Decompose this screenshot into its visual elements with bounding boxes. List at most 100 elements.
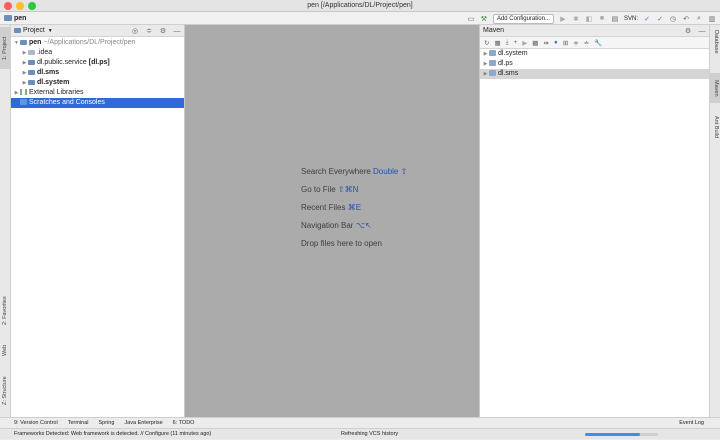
tab-database[interactable]: Database xyxy=(710,27,720,57)
collapsed-arrow-icon[interactable]: ▶ xyxy=(482,49,489,59)
status-bar: Frameworks Detected: Web framework is de… xyxy=(0,428,720,439)
scratches-icon xyxy=(20,99,27,106)
window-title: pen [/Applications/DL/Project/pen] xyxy=(307,2,413,9)
search-icon[interactable]: ⌕ xyxy=(695,15,703,23)
collapsed-arrow-icon[interactable]: ▶ xyxy=(13,88,20,98)
show-dependencies-icon[interactable]: ⊞ xyxy=(563,39,568,47)
hint-text: Drop files here to open xyxy=(301,239,382,248)
revert-icon[interactable]: ↶ xyxy=(682,15,690,23)
tree-label: External Libraries xyxy=(29,89,84,96)
zoom-window-button[interactable] xyxy=(28,2,36,10)
minimize-window-button[interactable] xyxy=(16,2,24,10)
tree-label: dl.public.service xyxy=(37,59,89,66)
tool-spring[interactable]: Spring xyxy=(99,420,115,426)
tree-row-scratches[interactable]: Scratches and Consoles xyxy=(11,98,184,108)
project-header-actions: ◎ ≑ ⚙ — xyxy=(131,25,181,37)
module-folder-icon xyxy=(28,79,35,85)
expand-all-icon[interactable]: ≐ xyxy=(584,39,589,47)
left-tool-strip: 1: Project 2: Favorites Web Z: Structure xyxy=(0,25,11,417)
maven-row-dl-sms[interactable]: ▶ dl.sms xyxy=(480,69,709,79)
run-icon[interactable]: ▶ xyxy=(522,39,527,47)
tree-row-dl-system[interactable]: ▶ dl.system xyxy=(11,78,184,88)
tab-ant-build[interactable]: Ant Build xyxy=(710,109,720,145)
locate-icon[interactable]: ◎ xyxy=(131,27,139,35)
gear-icon[interactable]: ⚙ xyxy=(159,27,167,35)
maven-toolbar: ↻ ▦ ⤓ + ▶ ▩ ⇹ ● ⊞ ≑ ≐ 🔧 xyxy=(480,37,709,49)
project-view-selector[interactable]: Project xyxy=(23,27,45,34)
tab-favorites[interactable]: 2: Favorites xyxy=(0,290,11,332)
maven-row-dl-system[interactable]: ▶ dl.system xyxy=(480,49,709,59)
commit-check-icon[interactable]: ✓ xyxy=(656,15,664,23)
coverage-icon[interactable]: ◧ xyxy=(585,15,593,23)
stop-icon[interactable]: ■ xyxy=(598,15,606,22)
gear-icon[interactable]: ⚙ xyxy=(684,27,692,35)
skip-tests-icon[interactable]: ● xyxy=(554,39,558,46)
progress-fill xyxy=(585,433,640,436)
tab-web[interactable]: Web xyxy=(0,340,11,360)
hint-key: ⌘E xyxy=(347,203,362,212)
maven-tree: ▶ dl.system ▶ dl.ps ▶ dl.sms xyxy=(480,49,709,79)
generate-sources-icon[interactable]: ▦ xyxy=(494,39,500,47)
add-configuration-button[interactable]: Add Configuration... xyxy=(492,13,554,24)
vcs-window-icon[interactable]: ▤ xyxy=(611,15,619,23)
collapse-all-icon[interactable]: ≑ xyxy=(573,39,578,47)
run-icon[interactable]: ▶ xyxy=(559,15,567,23)
maven-label: dl.system xyxy=(498,50,528,57)
toggle-offline-icon[interactable]: ⇹ xyxy=(543,39,548,47)
collapsed-arrow-icon[interactable]: ▶ xyxy=(21,48,28,58)
history-clock-icon[interactable]: ◷ xyxy=(669,15,677,23)
collapsed-arrow-icon[interactable]: ▶ xyxy=(21,78,28,88)
status-message[interactable]: Frameworks Detected: Web framework is de… xyxy=(14,431,211,437)
collapse-all-icon[interactable]: ≑ xyxy=(145,27,153,35)
tool-version-control[interactable]: 9: Version Control xyxy=(14,420,58,426)
hint-text: Search Everywhere xyxy=(301,167,374,176)
collapsed-arrow-icon[interactable]: ▶ xyxy=(21,58,28,68)
add-icon[interactable]: + xyxy=(513,39,517,46)
update-check-icon[interactable]: ✓ xyxy=(643,15,651,23)
close-window-button[interactable] xyxy=(4,2,12,10)
tab-project[interactable]: 1: Project xyxy=(0,27,11,69)
hint-text: Go to File xyxy=(301,185,338,194)
collapsed-arrow-icon[interactable]: ▶ xyxy=(482,59,489,69)
collapsed-arrow-icon[interactable]: ▶ xyxy=(21,68,28,78)
tree-row-pen[interactable]: ▼ pen ~/Applications/DL/Project/pen xyxy=(11,38,184,48)
build-hammer-icon[interactable]: ⚒ xyxy=(480,15,488,23)
collapsed-arrow-icon[interactable]: ▶ xyxy=(482,69,489,79)
chevron-down-icon[interactable]: ▼ xyxy=(48,28,53,34)
settings-icon[interactable]: ▥ xyxy=(708,15,716,23)
tree-label: .idea xyxy=(37,49,53,56)
execute-goal-icon[interactable]: ▩ xyxy=(532,39,538,47)
tree-row-external-libraries[interactable]: ▶ External Libraries xyxy=(11,88,184,98)
hint-key: Double ⇧ xyxy=(373,167,408,176)
maven-module-icon xyxy=(489,70,496,77)
maven-row-dl-ps[interactable]: ▶ dl.ps xyxy=(480,59,709,69)
tool-terminal[interactable]: Terminal xyxy=(68,420,89,426)
maven-module-icon xyxy=(489,60,496,67)
editor-area[interactable]: Search Everywhere Double ⇧ Go to File ⇧⌘… xyxy=(185,25,479,417)
tree-row-dl-sms[interactable]: ▶ dl.sms xyxy=(11,68,184,78)
tool-todo[interactable]: 6: TODO xyxy=(173,420,195,426)
wrench-icon[interactable]: 🔧 xyxy=(594,39,602,47)
download-icon[interactable]: ⤓ xyxy=(506,39,509,47)
maven-panel-header: Maven ⚙ — xyxy=(480,25,709,37)
tool-java-enterprise[interactable]: Java Enterprise xyxy=(124,420,162,426)
tab-structure[interactable]: Z: Structure xyxy=(0,370,11,412)
maven-header-actions: ⚙ — xyxy=(684,25,706,37)
tree-path: ~/Applications/DL/Project/pen xyxy=(41,39,136,46)
nav-project-name[interactable]: pen xyxy=(14,15,26,22)
hint-text: Recent Files xyxy=(301,203,348,212)
reload-icon[interactable]: ↻ xyxy=(484,39,489,47)
hide-icon[interactable]: — xyxy=(173,28,181,35)
hide-icon[interactable]: — xyxy=(698,28,706,35)
hint-key: ⇧⌘N xyxy=(337,185,359,194)
layout-icon[interactable]: ▭ xyxy=(467,15,475,23)
debug-icon[interactable]: ✱ xyxy=(572,15,580,23)
tree-row-dl-public-service[interactable]: ▶ dl.public.service [dl.ps] xyxy=(11,58,184,68)
editor-empty-hints: Search Everywhere Double ⇧ Go to File ⇧⌘… xyxy=(301,163,407,253)
maven-panel: Maven ⚙ — ↻ ▦ ⤓ + ▶ ▩ ⇹ ● ⊞ ≑ ≐ 🔧 ▶ dl.sy… xyxy=(479,25,709,417)
expand-arrow-icon[interactable]: ▼ xyxy=(13,38,20,48)
project-panel-header: Project ▼ ◎ ≑ ⚙ — xyxy=(11,25,184,37)
progress-bar xyxy=(585,433,658,436)
tab-maven[interactable]: Maven xyxy=(710,73,720,103)
tree-row-idea[interactable]: ▶ .idea xyxy=(11,48,184,58)
